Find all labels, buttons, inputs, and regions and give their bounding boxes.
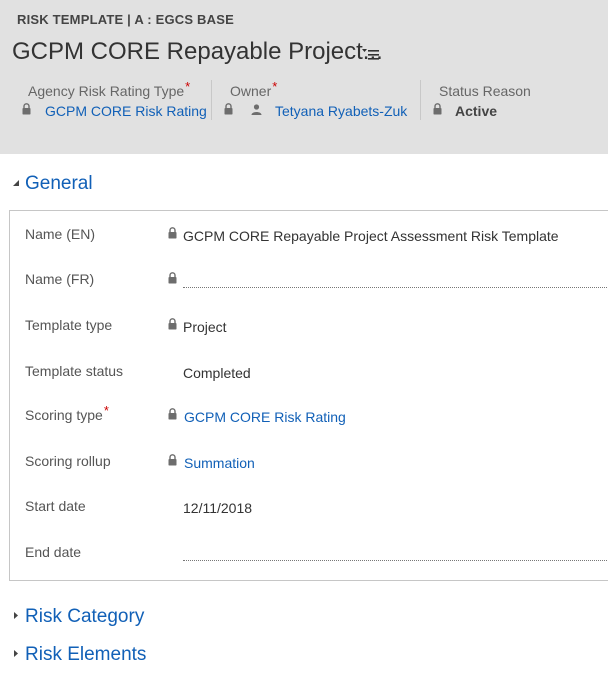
agency-risk-rating-type-label: Agency Risk Rating Type — [28, 83, 185, 99]
expand-triangle-icon — [14, 612, 18, 619]
collapse-triangle-icon — [13, 180, 19, 186]
start-date-value[interactable]: 12/11/2018 — [183, 500, 252, 516]
field-name-fr[interactable]: Name (FR) — [10, 267, 608, 297]
section-risk-elements-toggle[interactable]: Risk Elements — [12, 644, 146, 666]
field-template-type: Template type Project — [10, 313, 608, 343]
lock-icon — [168, 272, 177, 284]
section-general-title: General — [25, 173, 93, 194]
user-icon — [251, 104, 262, 115]
owner-value[interactable]: Tetyana Ryabets-Zuk — [275, 103, 407, 119]
template-status-label: Template status — [25, 363, 124, 379]
field-scoring-type: Scoring type* GCPM CORE Risk Rating — [10, 403, 608, 433]
section-general-toggle[interactable]: General — [12, 173, 93, 195]
scoring-type-label: Scoring type — [25, 407, 103, 423]
record-header: RISK TEMPLATE | A : EGCS BASE GCPM CORE … — [0, 0, 608, 154]
owner-label: Owner — [230, 83, 272, 99]
field-template-status[interactable]: Template status Completed — [10, 359, 608, 389]
general-form-panel: Name (EN) GCPM CORE Repayable Project As… — [9, 210, 608, 581]
record-title: GCPM CORE Repayable Project... — [12, 38, 383, 65]
end-date-label: End date — [25, 544, 82, 560]
start-date-label: Start date — [25, 498, 86, 514]
lock-icon — [433, 103, 442, 115]
header-field-agency-risk-rating-type: Agency Risk Rating Type* GCPM CORE Risk … — [22, 79, 210, 122]
template-type-label: Template type — [25, 317, 113, 333]
name-en-value: GCPM CORE Repayable Project Assessment R… — [183, 228, 559, 244]
section-risk-category-title: Risk Category — [25, 606, 145, 627]
status-reason-value: Active — [455, 103, 498, 119]
template-type-value: Project — [183, 319, 227, 335]
section-risk-elements-title: Risk Elements — [25, 644, 147, 665]
header-divider — [211, 80, 212, 120]
header-divider — [420, 80, 421, 120]
lock-icon — [168, 454, 177, 466]
field-start-date[interactable]: Start date 12/11/2018 — [10, 494, 608, 524]
entity-title: RISK TEMPLATE | A : EGCS BASE — [17, 12, 234, 27]
required-marker: * — [272, 79, 278, 94]
lock-icon — [22, 103, 31, 115]
required-marker: * — [103, 403, 109, 418]
field-name-en: Name (EN) GCPM CORE Repayable Project As… — [10, 222, 608, 252]
section-risk-category-toggle[interactable]: Risk Category — [12, 606, 144, 628]
name-fr-label: Name (FR) — [25, 271, 95, 287]
field-scoring-rollup: Scoring rollup Summation — [10, 449, 608, 479]
status-reason-label: Status Reason — [439, 83, 531, 99]
lock-icon — [168, 408, 177, 420]
empty-field-underline — [183, 560, 608, 561]
lock-icon — [224, 103, 233, 115]
lock-icon — [168, 318, 177, 330]
scoring-rollup-link[interactable]: Summation — [184, 455, 255, 471]
header-field-owner: Owner* Tetyana Ryabets-Zuk — [224, 79, 418, 122]
lock-icon — [168, 227, 177, 239]
record-nav-menu-icon[interactable] — [362, 47, 380, 61]
template-status-value[interactable]: Completed — [183, 365, 251, 381]
scoring-rollup-label: Scoring rollup — [25, 453, 111, 469]
expand-triangle-icon — [14, 650, 18, 657]
agency-risk-rating-type-value[interactable]: GCPM CORE Risk Rating — [45, 103, 207, 119]
field-end-date[interactable]: End date — [10, 540, 608, 570]
scoring-type-link[interactable]: GCPM CORE Risk Rating — [184, 409, 346, 425]
header-field-status-reason: Status Reason Active — [433, 80, 593, 122]
empty-field-underline — [183, 287, 608, 288]
required-marker: * — [185, 79, 191, 94]
name-en-label: Name (EN) — [25, 226, 96, 242]
